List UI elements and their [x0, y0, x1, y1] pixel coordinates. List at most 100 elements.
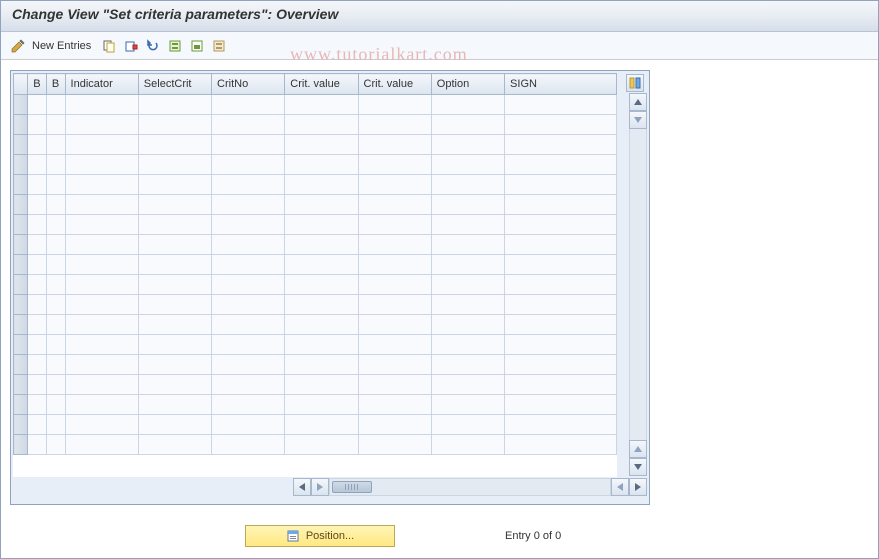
cell[interactable] — [138, 155, 211, 175]
deselect-all-icon[interactable] — [209, 36, 229, 56]
table-row[interactable] — [14, 235, 617, 255]
row-handle[interactable] — [14, 275, 28, 295]
col-header-critno[interactable]: CritNo — [212, 74, 285, 95]
position-button[interactable]: Position... — [245, 525, 395, 547]
cell[interactable] — [505, 255, 617, 275]
cell[interactable] — [28, 155, 47, 175]
cell[interactable] — [431, 275, 504, 295]
row-handle[interactable] — [14, 435, 28, 455]
cell[interactable] — [505, 335, 617, 355]
cell[interactable] — [138, 215, 211, 235]
cell[interactable] — [358, 195, 431, 215]
table-row[interactable] — [14, 95, 617, 115]
cell[interactable] — [28, 275, 47, 295]
cell[interactable] — [212, 415, 285, 435]
edit-icon[interactable] — [8, 36, 28, 56]
cell[interactable] — [65, 155, 138, 175]
cell[interactable] — [46, 395, 65, 415]
cell[interactable] — [285, 95, 358, 115]
cell[interactable] — [46, 115, 65, 135]
cell[interactable] — [28, 135, 47, 155]
cell[interactable] — [212, 235, 285, 255]
cell[interactable] — [358, 415, 431, 435]
cell[interactable] — [431, 355, 504, 375]
cell[interactable] — [65, 295, 138, 315]
table-row[interactable] — [14, 315, 617, 335]
cell[interactable] — [212, 195, 285, 215]
cell[interactable] — [505, 295, 617, 315]
cell[interactable] — [505, 435, 617, 455]
row-handle[interactable] — [14, 235, 28, 255]
cell[interactable] — [505, 115, 617, 135]
table-row[interactable] — [14, 375, 617, 395]
row-handle[interactable] — [14, 295, 28, 315]
cell[interactable] — [65, 275, 138, 295]
cell[interactable] — [285, 335, 358, 355]
row-handle[interactable] — [14, 375, 28, 395]
cell[interactable] — [46, 155, 65, 175]
cell[interactable] — [46, 335, 65, 355]
cell[interactable] — [28, 235, 47, 255]
cell[interactable] — [65, 175, 138, 195]
row-handle[interactable] — [14, 255, 28, 275]
row-handle[interactable] — [14, 135, 28, 155]
cell[interactable] — [138, 355, 211, 375]
cell[interactable] — [212, 435, 285, 455]
cell[interactable] — [138, 375, 211, 395]
cell[interactable] — [46, 95, 65, 115]
cell[interactable] — [138, 135, 211, 155]
new-entries-button[interactable]: New Entries — [30, 40, 97, 52]
cell[interactable] — [138, 275, 211, 295]
row-handle[interactable] — [14, 115, 28, 135]
scroll-down-icon[interactable] — [629, 458, 647, 476]
cell[interactable] — [65, 375, 138, 395]
cell[interactable] — [28, 435, 47, 455]
cell[interactable] — [46, 235, 65, 255]
cell[interactable] — [431, 435, 504, 455]
col-header-option[interactable]: Option — [431, 74, 504, 95]
scroll-up-icon[interactable] — [629, 93, 647, 111]
delete-icon[interactable] — [121, 36, 141, 56]
cell[interactable] — [46, 195, 65, 215]
cell[interactable] — [28, 255, 47, 275]
cell[interactable] — [138, 435, 211, 455]
cell[interactable] — [46, 215, 65, 235]
col-header-selectcrit[interactable]: SelectCrit — [138, 74, 211, 95]
row-handle[interactable] — [14, 335, 28, 355]
cell[interactable] — [358, 435, 431, 455]
cell[interactable] — [431, 395, 504, 415]
cell[interactable] — [431, 415, 504, 435]
scroll-right-last-icon[interactable] — [629, 478, 647, 496]
cell[interactable] — [285, 195, 358, 215]
col-header-critval1[interactable]: Crit. value — [285, 74, 358, 95]
cell[interactable] — [46, 355, 65, 375]
table-row[interactable] — [14, 215, 617, 235]
table-row[interactable] — [14, 435, 617, 455]
cell[interactable] — [505, 155, 617, 175]
table-row[interactable] — [14, 415, 617, 435]
cell[interactable] — [65, 315, 138, 335]
cell[interactable] — [358, 175, 431, 195]
cell[interactable] — [212, 275, 285, 295]
cell[interactable] — [28, 375, 47, 395]
cell[interactable] — [285, 135, 358, 155]
cell[interactable] — [28, 195, 47, 215]
cell[interactable] — [28, 115, 47, 135]
scroll-left-first-icon[interactable] — [293, 478, 311, 496]
cell[interactable] — [212, 295, 285, 315]
table-row[interactable] — [14, 255, 617, 275]
cell[interactable] — [431, 155, 504, 175]
cell[interactable] — [28, 355, 47, 375]
copy-icon[interactable] — [99, 36, 119, 56]
cell[interactable] — [285, 415, 358, 435]
cell[interactable] — [431, 175, 504, 195]
cell[interactable] — [358, 215, 431, 235]
cell[interactable] — [212, 355, 285, 375]
cell[interactable] — [212, 335, 285, 355]
cell[interactable] — [138, 315, 211, 335]
cell[interactable] — [431, 375, 504, 395]
cell[interactable] — [138, 395, 211, 415]
row-handle[interactable] — [14, 315, 28, 335]
cell[interactable] — [46, 175, 65, 195]
cell[interactable] — [138, 335, 211, 355]
